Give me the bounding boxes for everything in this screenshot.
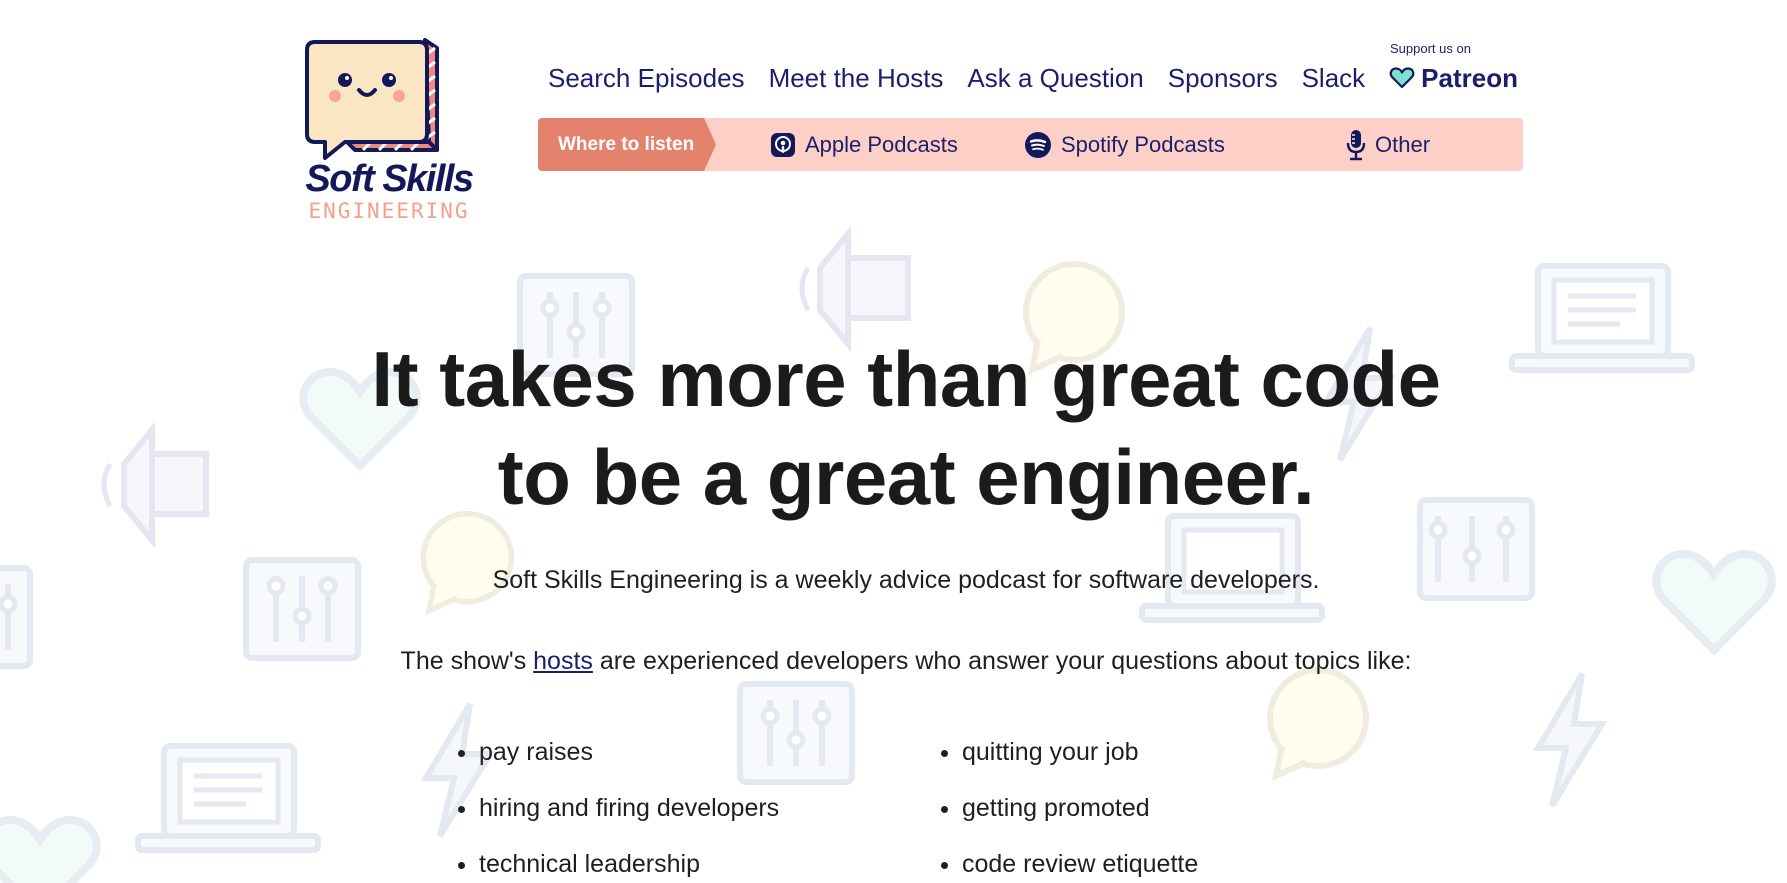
nav-search-episodes[interactable]: Search Episodes: [548, 58, 745, 98]
logo-subtitle: ENGINEERING: [308, 199, 470, 223]
main-nav: Search Episodes Meet the Hosts Ask a Que…: [548, 58, 1542, 98]
heart-icon: [0, 815, 101, 883]
logo-title: Soft Skills: [305, 158, 474, 200]
nav-patreon[interactable]: Patreon: [1389, 58, 1518, 98]
topics-intro-after: are experienced developers who answer yo…: [592, 647, 1412, 675]
list-item: code review etiquette: [962, 836, 1198, 883]
where-to-listen-label: Where to listen: [538, 118, 716, 171]
intro-text: Soft Skills Engineering is a weekly advi…: [492, 566, 1320, 594]
list-item: technical leadership: [479, 836, 779, 883]
patreon-label: Patreon: [1421, 63, 1518, 93]
where-to-listen-bar: Where to listen Apple Podcasts Spotify P…: [538, 118, 1523, 171]
hosts-link[interactable]: hosts: [533, 647, 593, 675]
apple-podcasts-label: Apple Podcasts: [805, 131, 958, 157]
list-item: getting promoted: [962, 780, 1198, 836]
topics-intro: The show's hosts are experienced develop…: [0, 645, 1787, 677]
page: Soft Skills ENGINEERING Support us on Se…: [0, 0, 1787, 883]
microphone-icon: [1346, 129, 1366, 160]
other-platforms-link[interactable]: Other: [1346, 118, 1430, 171]
nav-sponsors[interactable]: Sponsors: [1168, 58, 1278, 98]
lightning-icon: [1532, 672, 1608, 808]
nav-slack[interactable]: Slack: [1302, 58, 1366, 98]
spotify-label: Spotify Podcasts: [1061, 131, 1225, 157]
nav-ask-a-question[interactable]: Ask a Question: [967, 58, 1143, 98]
list-item: pay raises: [479, 724, 779, 780]
list-item: hiring and firing developers: [479, 780, 779, 836]
support-label: Support us on: [1390, 41, 1471, 56]
hero-title-line-1: It takes more than great code: [371, 335, 1441, 423]
spotify-link[interactable]: Spotify Podcasts: [1024, 118, 1225, 171]
speech-bubble-icon: [1267, 667, 1369, 782]
list-item: quitting your job: [962, 724, 1198, 780]
spotify-icon: [1025, 131, 1051, 158]
hero-title: It takes more than great code to be a gr…: [0, 330, 1787, 526]
hero-title-line-2: to be a great engineer.: [497, 433, 1315, 521]
topics-intro-before: The show's: [400, 647, 534, 675]
topics-list-left: pay raises hiring and firing developers …: [449, 724, 779, 883]
laptop-icon: [135, 743, 321, 853]
logo-wordmark[interactable]: Soft Skills ENGINEERING: [303, 158, 475, 222]
heart-icon: [1389, 67, 1415, 89]
nav-meet-the-hosts[interactable]: Meet the Hosts: [769, 58, 944, 98]
topics-list-right: quitting your job getting promoted code …: [932, 724, 1198, 883]
apple-podcasts-icon: [771, 132, 795, 157]
other-platforms-label: Other: [1375, 131, 1431, 157]
apple-podcasts-link[interactable]: Apple Podcasts: [770, 118, 958, 171]
